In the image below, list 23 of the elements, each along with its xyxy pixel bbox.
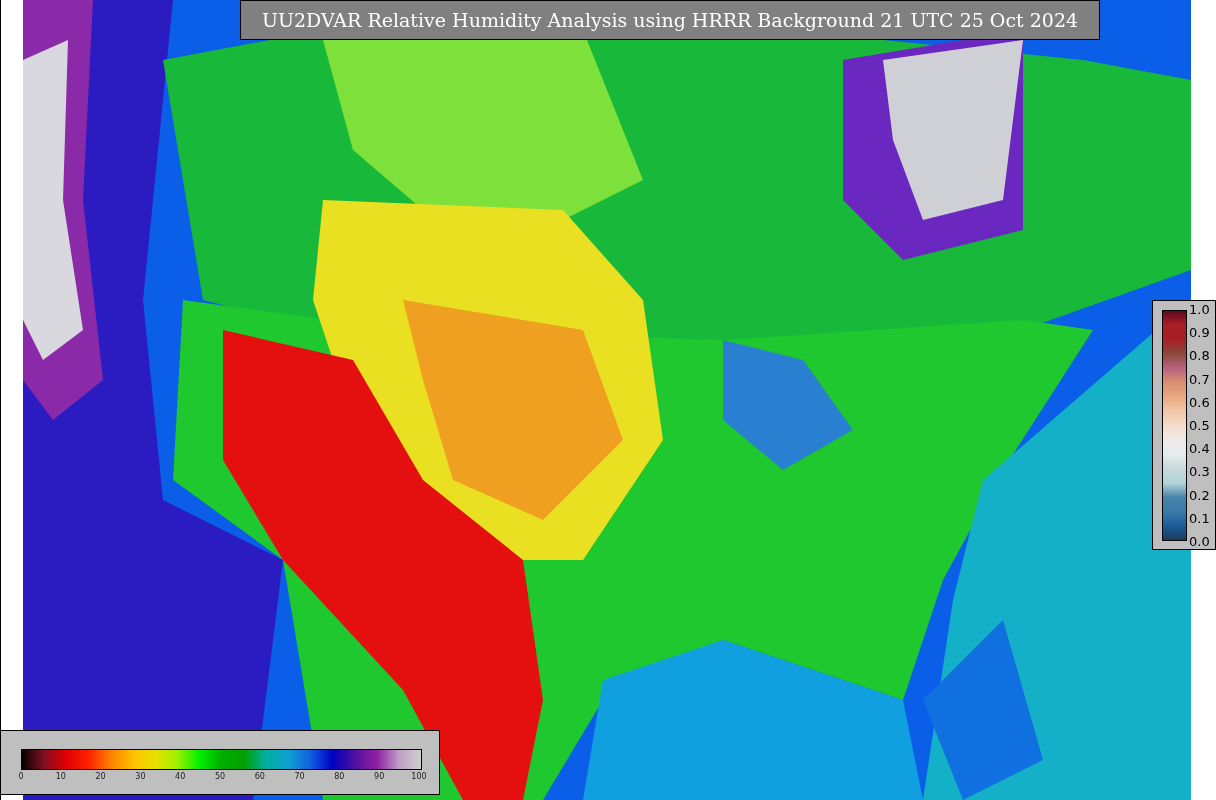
tick-label: 0.5 — [1189, 417, 1210, 433]
map-title: UU2DVAR Relative Humidity Analysis using HRRR Background 21 UTC 25 Oct 2024 — [240, 0, 1100, 40]
tick-label: 0.4 — [1189, 441, 1210, 457]
tick-label: 0.2 — [1189, 487, 1210, 503]
tick-label: 0 — [17, 772, 25, 782]
tick-label: 0.6 — [1189, 394, 1210, 410]
tick-label: 0.7 — [1189, 371, 1210, 387]
tick-label: 60 — [253, 772, 266, 782]
tick-label: 0.1 — [1189, 510, 1210, 526]
tick-label: 10 — [54, 772, 67, 782]
tick-label: 100 — [410, 772, 427, 782]
tick-label: 90 — [373, 772, 386, 782]
tick-label: 0.9 — [1189, 325, 1210, 341]
tick-label: 0.8 — [1189, 348, 1210, 364]
tick-label: 70 — [293, 772, 306, 782]
tick-label: 1.0 — [1189, 302, 1210, 317]
tick-label: 30 — [134, 772, 147, 782]
tick-label: 0.3 — [1189, 464, 1210, 480]
tick-label: 0.0 — [1189, 533, 1210, 549]
tick-label: 50 — [213, 772, 227, 782]
tick-label: 40 — [174, 772, 187, 782]
tick-label: 80 — [333, 772, 346, 782]
tick-label: 20 — [94, 772, 107, 782]
